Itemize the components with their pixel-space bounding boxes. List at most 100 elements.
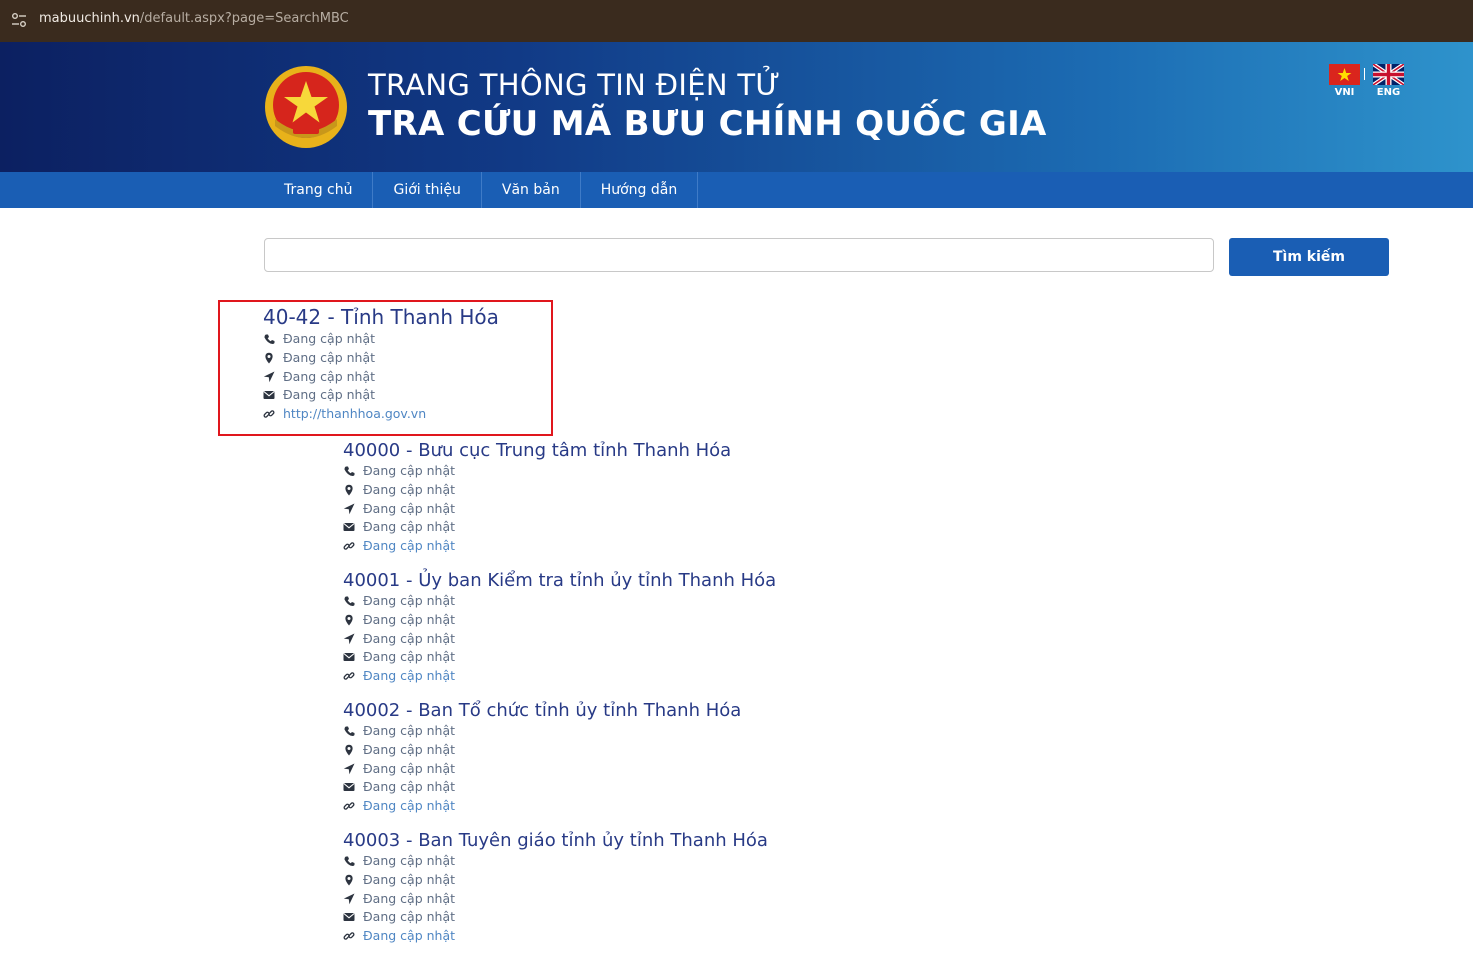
result-title[interactable]: 40000 - Bưu cục Trung tâm tỉnh Thanh Hóa [343,440,731,462]
envelope-icon [343,783,355,792]
result-website: Đang cập nhật [363,928,456,944]
nav-item-home[interactable]: Trang chủ [264,172,374,208]
result-website-row[interactable]: Đang cập nhật [343,537,731,556]
link-icon [343,672,355,680]
result-entry: 40000 - Bưu cục Trung tâm tỉnh Thanh Hóa… [343,440,731,556]
search-button[interactable]: Tìm kiếm [1229,238,1389,276]
link-icon [343,542,355,550]
nav-items: Trang chủ Giới thiệu Văn bản Hướng dẫn [264,172,699,208]
result-email-row: Đang cập nhật [343,648,776,667]
main-nav: Trang chủ Giới thiệu Văn bản Hướng dẫn [0,172,1473,208]
location-arrow-icon [343,763,355,774]
result-location: Đang cập nhật [363,500,456,516]
lang-en-label: ENG [1376,87,1401,98]
result-title[interactable]: 40002 - Ban Tổ chức tỉnh ủy tỉnh Thanh H… [343,700,741,722]
result-phone-row: Đang cập nhật [343,462,731,481]
result-location-row: Đang cập nhật [343,500,731,519]
result-phone-row: Đang cập nhật [343,722,741,741]
result-location-row: Đang cập nhật [263,368,499,387]
lang-vn-button[interactable]: VNI [1329,64,1360,98]
result-website: Đang cập nhật [363,538,456,554]
link-icon [343,802,355,810]
result-location: Đang cập nhật [363,890,456,906]
result-website-row[interactable]: Đang cập nhật [343,927,768,946]
result-address-row: Đang cập nhật [263,349,499,368]
result-location: Đang cập nhật [363,760,456,776]
lang-vn-label: VNI [1334,87,1355,98]
result-address: Đang cập nhật [363,871,456,887]
result-address: Đang cập nhật [363,741,456,757]
result-email-row: Đang cập nhật [343,518,731,537]
result-email-row: Đang cập nhật [263,386,499,405]
map-marker-icon [345,874,353,886]
result-email-row: Đang cập nhật [343,908,768,927]
result-entry: 40002 - Ban Tổ chức tỉnh ủy tỉnh Thanh H… [343,700,741,816]
result-phone-row: Đang cập nhật [343,852,768,871]
result-address-row: Đang cập nhật [343,741,741,760]
result-address: Đang cập nhật [363,611,456,627]
location-arrow-icon [263,371,275,382]
result-phone: Đang cập nhật [363,723,456,738]
national-emblem-logo[interactable] [263,64,349,150]
result-email: Đang cập nhật [363,779,456,795]
result-website-row[interactable]: Đang cập nhật [343,797,741,816]
result-entry: 40001 - Ủy ban Kiểm tra tỉnh ủy tỉnh Tha… [343,570,776,686]
address-url[interactable]: mabuuchinh.vn/default.aspx?page=SearchMB… [39,11,349,26]
result-phone-row: Đang cập nhật [343,592,776,611]
vietnam-flag-icon [1329,64,1360,85]
result-location-row: Đang cập nhật [343,760,741,779]
result-website-row[interactable]: Đang cập nhật [343,667,776,686]
result-address: Đang cập nhật [283,349,376,365]
result-location-row: Đang cập nhật [343,630,776,649]
phone-icon [344,466,355,476]
result-address-row: Đang cập nhật [343,871,768,890]
nav-item-about[interactable]: Giới thiệu [373,172,482,208]
nav-item-guide[interactable]: Hướng dẫn [581,172,699,208]
map-marker-icon [265,352,273,364]
result-title[interactable]: 40003 - Ban Tuyên giáo tỉnh ủy tỉnh Than… [343,830,768,852]
url-domain: mabuuchinh.vn [39,11,140,26]
result-title[interactable]: 40001 - Ủy ban Kiểm tra tỉnh ủy tỉnh Tha… [343,570,776,592]
result-address: Đang cập nhật [363,481,456,497]
result-email: Đang cập nhật [363,519,456,535]
header-banner: TRANG THÔNG TIN ĐIỆN TỬ TRA CỨU MÃ BƯU C… [0,42,1473,172]
site-title-line2: TRA CỨU MÃ BƯU CHÍNH QUỐC GIA [368,104,1047,144]
envelope-icon [343,913,355,922]
result-website: Đang cập nhật [363,798,456,814]
location-arrow-icon [343,503,355,514]
uk-flag-icon [1373,64,1404,85]
result-email-row: Đang cập nhật [343,778,741,797]
result-phone: Đang cập nhật [363,593,456,608]
location-arrow-icon [343,893,355,904]
search-input[interactable] [264,238,1214,272]
site-settings-icon[interactable] [10,11,28,29]
phone-icon [344,726,355,736]
map-marker-icon [345,614,353,626]
link-icon [343,932,355,940]
phone-icon [264,334,275,344]
lang-separator [1364,68,1365,80]
result-address-row: Đang cập nhật [343,481,731,500]
envelope-icon [343,653,355,662]
result-website: Đang cập nhật [363,668,456,684]
phone-icon [344,856,355,866]
result-location-row: Đang cập nhật [343,890,768,909]
result-title[interactable]: 40-42 - Tỉnh Thanh Hóa [263,304,499,330]
site-title-line1: TRANG THÔNG TIN ĐIỆN TỬ [368,68,781,102]
result-phone: Đang cập nhật [363,853,456,868]
result-phone: Đang cập nhật [283,331,376,346]
map-marker-icon [345,484,353,496]
result-phone: Đang cập nhật [363,463,456,478]
result-entry: 40003 - Ban Tuyên giáo tỉnh ủy tỉnh Than… [343,830,768,946]
result-website-row[interactable]: http://thanhhoa.gov.vn [263,405,499,424]
envelope-icon [263,391,275,400]
nav-item-documents[interactable]: Văn bản [482,172,581,208]
location-arrow-icon [343,633,355,644]
result-website: http://thanhhoa.gov.vn [283,406,427,422]
result-location: Đang cập nhật [363,630,456,646]
link-icon [263,410,275,418]
result-email: Đang cập nhật [363,649,456,665]
result-phone-row: Đang cập nhật [263,330,499,349]
envelope-icon [343,523,355,532]
lang-en-button[interactable]: ENG [1373,64,1404,98]
